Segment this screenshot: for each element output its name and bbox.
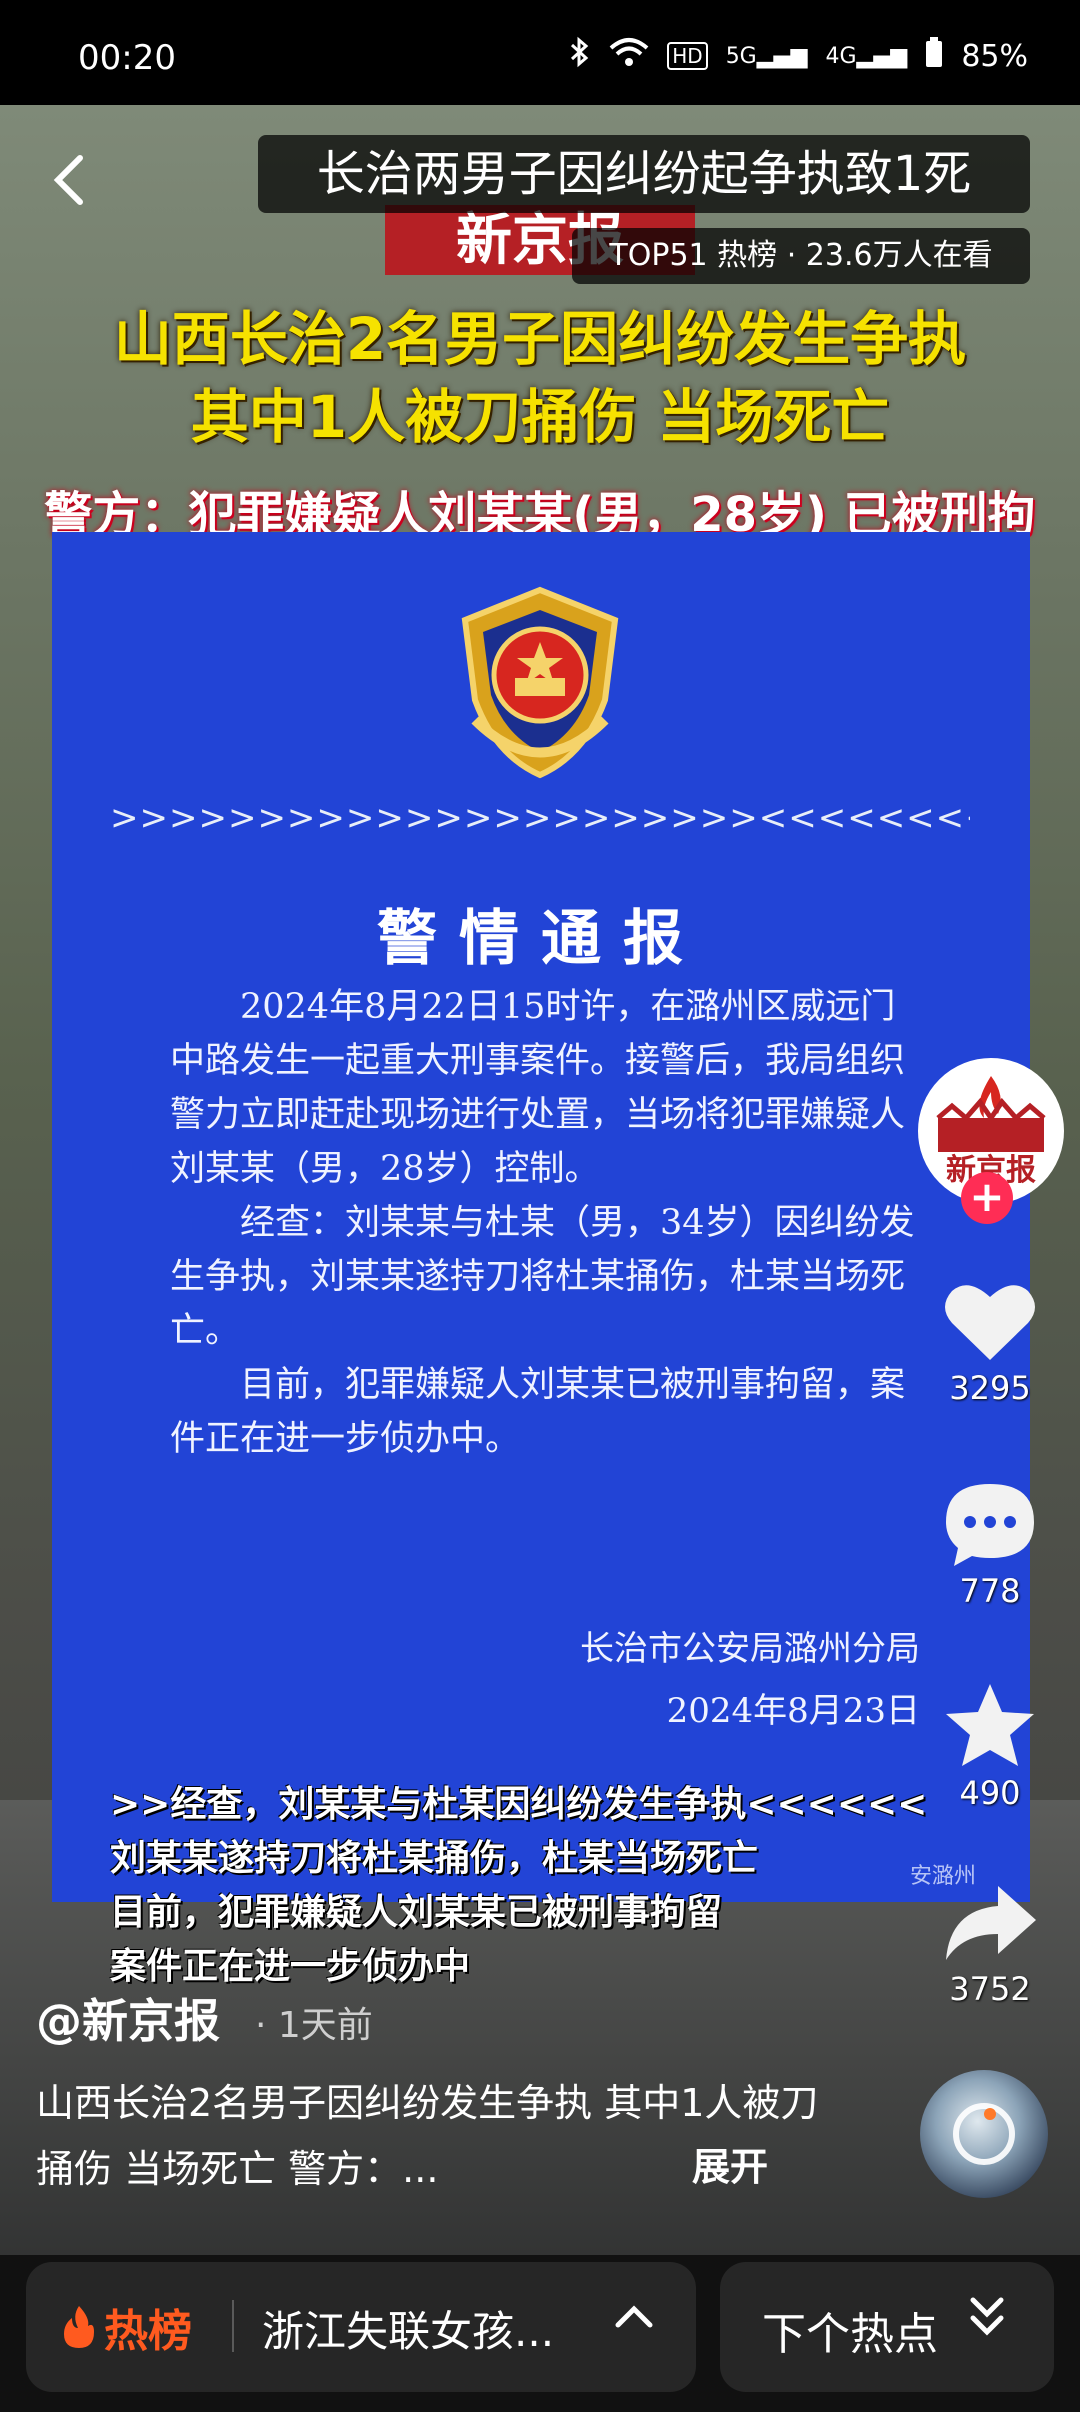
next-hot-label[interactable]: 下个热点 xyxy=(762,2298,938,2362)
comment-icon xyxy=(946,1484,1034,1566)
chevron-left-icon xyxy=(53,155,83,205)
notice-signature: 长治市公安局潞州分局 2024年8月23日 xyxy=(450,1618,920,1742)
notice-arrow-divider: >>>>>>>>>>>>>>>>>>>>>><<<<<<<<<<<<<<<<<<… xyxy=(110,798,970,838)
signal-5g-icon: 5G▂▄▆ xyxy=(725,43,808,69)
notice-sign-date: 2024年8月23日 xyxy=(666,1691,920,1731)
back-button[interactable] xyxy=(50,150,90,210)
notice-paragraph-3: 目前，犯罪嫌疑人刘某某已被刑事拘留，案件正在进一步侦办中。 xyxy=(170,1365,906,1459)
favorite-count: 490 xyxy=(959,1774,1021,1812)
notice-paragraph-1: 2024年8月22日15时许，在潞州区威远门中路发生一起重大刑事案件。接警后，我… xyxy=(170,987,906,1189)
battery-percent: 85% xyxy=(961,38,1028,74)
bluetooth-icon xyxy=(569,36,591,76)
author-name[interactable]: @新京报 xyxy=(36,1985,220,2051)
heart-icon xyxy=(945,1285,1035,1360)
battery-icon xyxy=(925,36,943,76)
headline-line-2: 其中1人被刀捅伤 当场死亡 xyxy=(190,383,890,451)
comment-button[interactable]: 778 xyxy=(930,1478,1050,1610)
double-chevron-down-icon[interactable] xyxy=(965,2292,1009,2353)
hot-bar-divider xyxy=(232,2300,234,2352)
share-count: 3752 xyxy=(949,1970,1031,2008)
share-button[interactable]: 3752 xyxy=(930,1880,1050,2008)
hd-badge: HD xyxy=(667,42,708,70)
status-bar: 00:20 HD 5G▂▄▆ 4G▂▄▆ 85% xyxy=(0,0,1080,105)
follow-button[interactable]: + xyxy=(961,1172,1013,1224)
notice-paragraph-2: 经查：刘某某与杜某（男，34岁）因纠纷发生争执，刘某某遂持刀将杜某捅伤，杜某当场… xyxy=(170,1203,915,1351)
notice-title: 警情通报 xyxy=(377,904,705,974)
wifi-icon xyxy=(609,36,649,76)
video-subtitles: >>经查，刘某某与杜某因纠纷发生争执<<<<<< 刘某某遂持刀将杜某捅伤，杜某当… xyxy=(110,1778,970,1994)
status-time: 00:20 xyxy=(78,38,176,78)
comment-count: 778 xyxy=(959,1572,1021,1610)
favorite-button[interactable]: 490 xyxy=(930,1680,1050,1812)
headline-line-1: 山西长治2名男子因纠纷发生争执 xyxy=(113,305,967,373)
hot-rank-badge[interactable]: TOP51 热榜 · 23.6万人在看 xyxy=(572,228,1030,284)
like-count: 3295 xyxy=(949,1369,1031,1407)
subtitle-line-1: >>经查，刘某某与杜某因纠纷发生争执<<<<<< xyxy=(110,1784,928,1825)
signal-4g-icon: 4G▂▄▆ xyxy=(825,43,908,69)
expand-button[interactable]: 展开 xyxy=(692,2136,768,2191)
police-badge-icon xyxy=(435,580,645,790)
subtitle-line-3: 目前，犯罪嫌疑人刘某某已被刑事拘留 xyxy=(110,1892,723,1933)
subtitle-line-4: 案件正在进一步侦办中 xyxy=(110,1946,471,1987)
hot-list-text: 热榜 xyxy=(104,2306,192,2357)
notice-body: 2024年8月22日15时许，在潞州区威远门中路发生一起重大刑事案件。接警后，我… xyxy=(170,980,920,1466)
video-title[interactable]: 长治两男子因纠纷起争执致1死 xyxy=(258,135,1030,213)
like-button[interactable]: 3295 xyxy=(930,1275,1050,1407)
video-headline: 山西长治2名男子因纠纷发生争执 其中1人被刀捅伤 当场死亡 xyxy=(60,300,1020,456)
notice-sign-org: 长治市公安局潞州分局 xyxy=(580,1629,920,1669)
star-icon xyxy=(946,1684,1034,1766)
chevron-up-icon[interactable] xyxy=(612,2295,656,2350)
subtitle-line-2: 刘某某遂持刀将杜某捅伤，杜某当场死亡 xyxy=(110,1838,759,1879)
music-disc-icon[interactable] xyxy=(920,2070,1048,2198)
post-time: · 1天前 xyxy=(255,2005,373,2046)
share-icon xyxy=(946,1886,1036,1960)
hot-topic-text[interactable]: 浙江失联女孩... xyxy=(262,2298,554,2359)
hot-list-label[interactable]: 热榜 xyxy=(60,2295,192,2359)
flame-icon xyxy=(64,2306,94,2348)
status-icons: HD 5G▂▄▆ 4G▂▄▆ 85% xyxy=(569,36,1028,76)
